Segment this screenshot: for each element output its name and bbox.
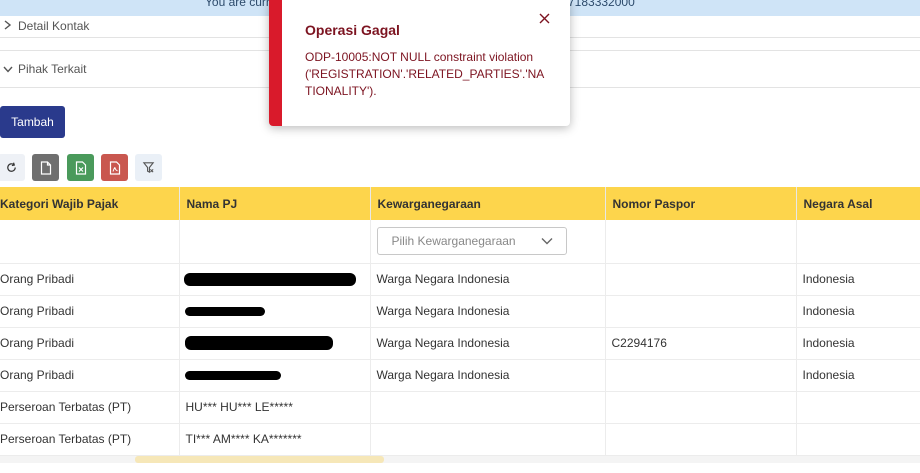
cell-kewarganegaraan: Warga Negara Indonesia — [370, 327, 606, 360]
export-excel-button[interactable] — [67, 154, 94, 181]
cell-kewarganegaraan — [370, 423, 606, 456]
refresh-button[interactable] — [0, 154, 25, 181]
redaction-mark — [184, 307, 265, 317]
cell-negara-asal — [796, 391, 920, 424]
cell-nama-pj: TI*** AM**** KA******* — [179, 423, 371, 456]
table-row[interactable]: Orang Pribadi Warga Negara Indonesia Ind… — [0, 359, 920, 392]
chevron-right-icon — [4, 20, 12, 30]
cell-kategori: Perseroan Terbatas (PT) — [0, 423, 180, 456]
chevron-down-icon — [3, 66, 13, 73]
cell-kewarganegaraan — [370, 391, 606, 424]
filter-placeholder: Pilih Kewarganegaraan — [391, 234, 516, 249]
toast-close-button[interactable] — [537, 11, 551, 25]
cell-nomor-paspor — [605, 423, 797, 456]
cell-kategori: Perseroan Terbatas (PT) — [0, 391, 180, 424]
cell-nama-pj — [179, 263, 371, 296]
toast-title: Operasi Gagal — [305, 22, 400, 38]
pdf-icon — [109, 160, 120, 175]
related-parties-table: Kategori Wajib Pajak Nama PJ Kewarganega… — [0, 187, 920, 456]
document-icon — [40, 160, 51, 175]
redaction-mark — [183, 273, 356, 287]
cell-negara-asal — [796, 423, 920, 456]
error-toast: Operasi Gagal ODP-10005:NOT NULL constra… — [269, 0, 570, 126]
table-header-row: Kategori Wajib Pajak Nama PJ Kewarganega… — [0, 187, 920, 220]
cell-negara-asal: Indonesia — [796, 359, 920, 392]
column-header-kewarganegaraan[interactable]: Kewarganegaraan — [370, 187, 606, 220]
cell-kategori: Orang Pribadi — [0, 295, 180, 328]
cell-kewarganegaraan: Warga Negara Indonesia — [370, 263, 606, 296]
refresh-icon — [7, 162, 16, 172]
column-header-nama-pj[interactable]: Nama PJ — [179, 187, 371, 220]
section-title-pihak-terkait: Pihak Terkait — [18, 62, 87, 76]
filter-row: Pilih Kewarganegaraan — [0, 220, 920, 264]
close-icon — [539, 13, 549, 23]
cell-nama-pj: HU*** HU*** LE***** — [179, 391, 371, 424]
cell-nomor-paspor — [605, 295, 797, 328]
clear-filter-button[interactable] — [135, 154, 162, 181]
column-header-nomor-paspor[interactable]: Nomor Paspor — [605, 187, 797, 220]
cell-kewarganegaraan: Warga Negara Indonesia — [370, 359, 606, 392]
cell-nomor-paspor: C2294176 — [605, 327, 797, 360]
column-header-negara-asal[interactable]: Negara Asal — [796, 187, 920, 220]
horizontal-scrollbar-thumb[interactable] — [135, 456, 384, 463]
cell-kategori: Orang Pribadi — [0, 359, 180, 392]
table-row[interactable]: Perseroan Terbatas (PT) TI*** AM**** KA*… — [0, 423, 920, 456]
export-pdf-button[interactable] — [101, 154, 128, 181]
column-header-kategori[interactable]: Kategori Wajib Pajak — [0, 187, 180, 220]
cell-negara-asal: Indonesia — [796, 295, 920, 328]
cell-nomor-paspor — [605, 391, 797, 424]
cell-kategori: Orang Pribadi — [0, 327, 180, 360]
section-title-detail-kontak: Detail Kontak — [18, 19, 90, 33]
table-row[interactable]: Perseroan Terbatas (PT) HU*** HU*** LE**… — [0, 391, 920, 424]
cell-nomor-paspor — [605, 359, 797, 392]
filter-off-icon — [142, 162, 155, 174]
export-document-button[interactable] — [32, 154, 59, 181]
cell-nama-pj — [179, 295, 371, 328]
banner-text-left: You are curr — [205, 0, 270, 9]
banner-text-right: 7183332000 — [568, 0, 635, 9]
chevron-down-icon — [541, 238, 552, 245]
tambah-button[interactable]: Tambah — [0, 106, 65, 138]
cell-nama-pj — [179, 327, 371, 360]
redaction-mark — [184, 371, 281, 381]
cell-negara-asal: Indonesia — [796, 327, 920, 360]
cell-negara-asal: Indonesia — [796, 263, 920, 296]
table-row[interactable]: Orang Pribadi Warga Negara Indonesia Ind… — [0, 295, 920, 328]
kewarganegaraan-filter-select[interactable]: Pilih Kewarganegaraan — [376, 227, 567, 256]
toast-accent-bar — [269, 0, 282, 126]
cell-kategori: Orang Pribadi — [0, 263, 180, 296]
table-row[interactable]: Orang Pribadi Warga Negara Indonesia C22… — [0, 327, 920, 360]
excel-icon — [75, 160, 86, 175]
table-row[interactable]: Orang Pribadi Warga Negara Indonesia Ind… — [0, 263, 920, 296]
cell-nomor-paspor — [605, 263, 797, 296]
cell-nama-pj — [179, 359, 371, 392]
redaction-mark — [184, 336, 333, 351]
toast-message: ODP-10005:NOT NULL constraint violation … — [305, 50, 545, 98]
cell-kewarganegaraan: Warga Negara Indonesia — [370, 295, 606, 328]
